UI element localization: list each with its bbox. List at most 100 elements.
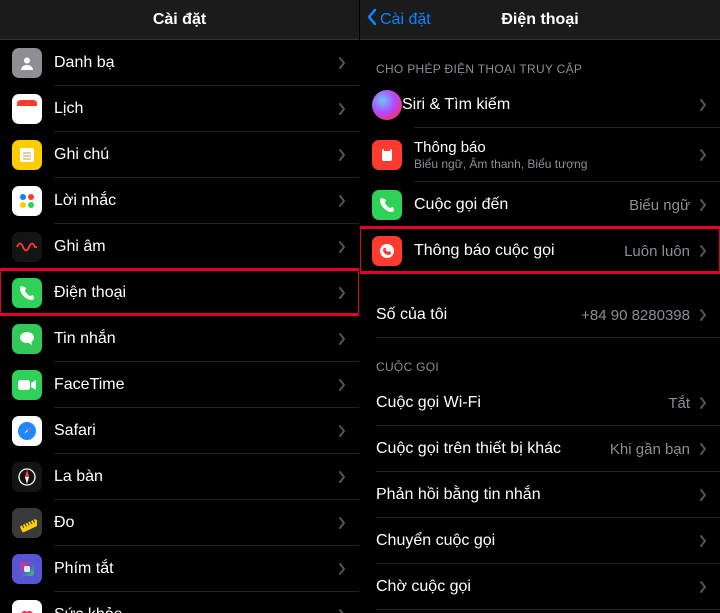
chevron-right-icon: [694, 98, 712, 112]
calls-row-wifi[interactable]: Cuộc gọi Wi-FiTắt: [360, 380, 720, 426]
compass-icon: [12, 462, 42, 492]
settings-row-label: Danh bạ: [54, 54, 333, 72]
row-value: Tắt: [668, 395, 690, 412]
phone-title: Điện thoại: [501, 11, 578, 29]
chevron-right-icon: [333, 608, 351, 613]
allow-access-list: Siri & Tìm kiếm Thông báoBiểu ngữ, Âm tha…: [360, 82, 720, 274]
messages-icon: [12, 324, 42, 354]
settings-row-label: Lịch: [54, 100, 333, 118]
settings-row-shortcuts[interactable]: Phím tắt: [0, 546, 359, 592]
settings-row-label: Sức khỏe: [54, 606, 333, 613]
row-text: Thông báoBiểu ngữ, Âm thanh, Biểu tượng: [414, 139, 694, 171]
settings-row-label: La bàn: [54, 468, 333, 486]
section-header-calls: CUỘC GỌI: [360, 338, 720, 380]
allow-row-announce[interactable]: Thông báo cuộc gọiLuôn luôn: [360, 228, 720, 274]
settings-row-facetime[interactable]: FaceTime: [0, 362, 359, 408]
row-label: Chờ cuộc gọi: [376, 578, 694, 596]
row-label: Cuộc gọi Wi-Fi: [376, 394, 668, 412]
row-label: Cuộc gọi đến: [414, 196, 629, 214]
chevron-right-icon: [694, 308, 712, 322]
settings-row-label: Safari: [54, 422, 333, 440]
chevron-right-icon: [333, 240, 351, 254]
settings-row-phone[interactable]: Điện thoại: [0, 270, 359, 316]
back-label: Cài đặt: [380, 11, 431, 29]
calls-row-other[interactable]: Cuộc gọi trên thiết bị khácKhi gần bạn: [360, 426, 720, 472]
chevron-right-icon: [694, 442, 712, 456]
settings-row-messages[interactable]: Tin nhắn: [0, 316, 359, 362]
row-label: Phản hồi bằng tin nhắn: [376, 486, 694, 504]
row-label: Siri & Tìm kiếm: [402, 96, 694, 114]
settings-row-voicememo[interactable]: Ghi âm: [0, 224, 359, 270]
chevron-right-icon: [694, 198, 712, 212]
chevron-right-icon: [333, 148, 351, 162]
my-number-row[interactable]: Số của tôi +84 90 8280398: [360, 292, 720, 338]
notification-icon: [372, 140, 402, 170]
safari-icon: [12, 416, 42, 446]
back-button[interactable]: Cài đặt: [366, 8, 431, 31]
settings-row-safari[interactable]: Safari: [0, 408, 359, 454]
chevron-right-icon: [333, 424, 351, 438]
calls-row-forward[interactable]: Chuyển cuộc gọi: [360, 518, 720, 564]
chevron-right-icon: [333, 194, 351, 208]
settings-titlebar: Cài đặt: [0, 0, 359, 40]
settings-row-health[interactable]: Sức khỏe: [0, 592, 359, 613]
allow-row-siri[interactable]: Siri & Tìm kiếm: [360, 82, 720, 128]
health-icon: [12, 600, 42, 613]
chevron-right-icon: [333, 286, 351, 300]
settings-row-calendar[interactable]: Lịch: [0, 86, 359, 132]
row-value: Luôn luôn: [624, 243, 690, 260]
settings-row-reminders[interactable]: Lời nhắc: [0, 178, 359, 224]
row-value: Khi gần bạn: [610, 441, 690, 458]
phone-titlebar: Cài đặt Điện thoại: [360, 0, 720, 40]
settings-row-compass[interactable]: La bàn: [0, 454, 359, 500]
settings-row-label: Điện thoại: [54, 284, 333, 302]
settings-row-contacts[interactable]: Danh bạ: [0, 40, 359, 86]
my-number-value: +84 90 8280398: [581, 307, 690, 324]
chevron-right-icon: [694, 534, 712, 548]
siri-icon: [372, 90, 402, 120]
chevron-right-icon: [333, 332, 351, 346]
measure-icon: [12, 508, 42, 538]
chevron-right-icon: [333, 56, 351, 70]
notes-icon: [12, 140, 42, 170]
allow-row-notifications[interactable]: Thông báoBiểu ngữ, Âm thanh, Biểu tượng: [360, 128, 720, 182]
settings-row-label: Ghi âm: [54, 238, 333, 256]
announce-icon: [372, 236, 402, 266]
row-label: Thông báo: [414, 139, 694, 157]
calendar-icon: [12, 94, 42, 124]
contacts-icon: [12, 48, 42, 78]
reminders-icon: [12, 186, 42, 216]
spacer: [360, 274, 720, 292]
chevron-right-icon: [694, 396, 712, 410]
settings-row-label: Đo: [54, 514, 333, 532]
facetime-icon: [12, 370, 42, 400]
calls-list: Cuộc gọi Wi-FiTắtCuộc gọi trên thiết bị …: [360, 380, 720, 610]
chevron-right-icon: [333, 378, 351, 392]
my-number-label: Số của tôi: [376, 306, 581, 324]
row-label: Cuộc gọi trên thiết bị khác: [376, 440, 610, 458]
settings-row-label: Phím tắt: [54, 560, 333, 578]
row-sublabel: Biểu ngữ, Âm thanh, Biểu tượng: [414, 157, 694, 171]
chevron-right-icon: [333, 102, 351, 116]
settings-row-label: Lời nhắc: [54, 192, 333, 210]
calls-row-waiting[interactable]: Chờ cuộc gọi: [360, 564, 720, 610]
row-label: Chuyển cuộc gọi: [376, 532, 694, 550]
phone-icon: [372, 190, 402, 220]
chevron-right-icon: [694, 488, 712, 502]
settings-title: Cài đặt: [153, 11, 206, 29]
chevron-right-icon: [694, 148, 712, 162]
chevron-right-icon: [694, 244, 712, 258]
calls-row-respond[interactable]: Phản hồi bằng tin nhắn: [360, 472, 720, 518]
chevron-left-icon: [366, 8, 380, 31]
settings-row-label: Tin nhắn: [54, 330, 333, 348]
allow-row-incoming[interactable]: Cuộc gọi đếnBiểu ngữ: [360, 182, 720, 228]
settings-row-measure[interactable]: Đo: [0, 500, 359, 546]
row-value: Biểu ngữ: [629, 197, 690, 214]
settings-row-label: FaceTime: [54, 376, 333, 394]
section-header-allow: CHO PHÉP ĐIỆN THOẠI TRUY CẬP: [360, 40, 720, 82]
row-label: Thông báo cuộc gọi: [414, 242, 624, 260]
voicememo-icon: [12, 232, 42, 262]
chevron-right-icon: [333, 516, 351, 530]
settings-list: Danh bạ Lịch Ghi chú Lời nhắc Ghi âm Điện tho…: [0, 40, 359, 613]
settings-row-notes[interactable]: Ghi chú: [0, 132, 359, 178]
